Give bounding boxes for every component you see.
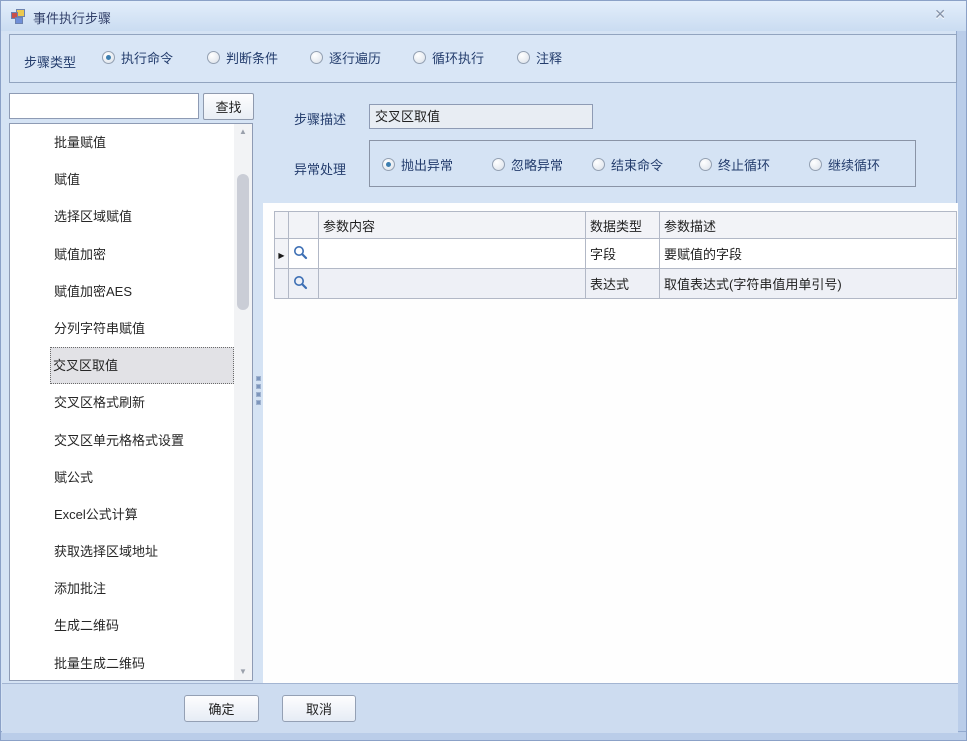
radio-stop-loop[interactable]: 终止循环 xyxy=(699,156,770,173)
list-scrollbar[interactable]: ▲ ▼ xyxy=(234,124,252,680)
table-row: ▶ 字段 要赋值的字段 xyxy=(274,238,957,269)
step-desc-label: 步骤描述 xyxy=(294,112,347,127)
lookup-cell[interactable] xyxy=(288,238,319,269)
radio-icon xyxy=(413,50,426,64)
current-row-marker: ▶ xyxy=(274,238,289,269)
radio-icon xyxy=(592,157,605,171)
list-item[interactable]: 批量赋值 xyxy=(10,124,252,161)
app-icon xyxy=(11,9,26,24)
lookup-cell[interactable] xyxy=(288,268,319,299)
param-content-cell[interactable] xyxy=(318,268,586,299)
grid-header-row: 参数内容 数据类型 参数描述 xyxy=(274,211,957,239)
grid-panel: 参数内容 数据类型 参数描述 ▶ 字段 要赋值的字段 表达式 取值表达式(字符串… xyxy=(263,203,958,683)
splitter-grip-icon xyxy=(256,376,261,408)
radio-ignore-exception[interactable]: 忽略异常 xyxy=(492,156,563,173)
list-item[interactable]: 赋值 xyxy=(10,161,252,198)
cancel-button[interactable]: 取消 xyxy=(282,695,356,722)
exception-group: 抛出异常 忽略异常 结束命令 终止循环 继续循环 xyxy=(369,140,916,187)
radio-icon xyxy=(310,50,323,64)
list-item[interactable]: 添加批注 xyxy=(10,570,252,607)
grid-header-type: 数据类型 xyxy=(585,211,660,239)
list-item[interactable]: 分列字符串赋值 xyxy=(10,310,252,347)
list-item[interactable]: 生成二维码 xyxy=(10,607,252,644)
step-type-label: 步骤类型 xyxy=(24,55,77,70)
param-type-cell: 字段 xyxy=(585,238,660,269)
list-item[interactable]: 选择区域赋值 xyxy=(10,198,252,235)
scroll-up-icon[interactable]: ▲ xyxy=(234,124,252,140)
param-content-cell[interactable] xyxy=(318,238,586,269)
row-marker-cell xyxy=(274,268,289,299)
param-desc-cell: 取值表达式(字符串值用单引号) xyxy=(659,268,957,299)
ok-button[interactable]: 确定 xyxy=(184,695,259,722)
grid-header-marker xyxy=(274,211,289,239)
grid-header-mag xyxy=(288,211,319,239)
step-type-bar: 步骤类型 执行命令 判断条件 逐行遍历 循环执行 注释 xyxy=(9,34,957,83)
scroll-down-icon[interactable]: ▼ xyxy=(234,664,252,680)
window-title: 事件执行步骤 xyxy=(33,11,112,26)
grid-header-desc: 参数描述 xyxy=(659,211,957,239)
list-item[interactable]: 交叉区单元格格式设置 xyxy=(10,422,252,459)
radio-throw-exception[interactable]: 抛出异常 xyxy=(382,156,453,173)
radio-icon xyxy=(809,157,822,171)
param-desc-cell: 要赋值的字段 xyxy=(659,238,957,269)
list-item[interactable]: 赋值加密 xyxy=(10,236,252,273)
dialog-window: 事件执行步骤 ✕ 步骤类型 执行命令 判断条件 逐行遍历 循环执行 注释 查找 xyxy=(0,0,967,741)
radio-icon xyxy=(207,50,220,64)
radio-row-traverse[interactable]: 逐行遍历 xyxy=(310,49,381,66)
radio-icon xyxy=(102,50,115,64)
list-item[interactable]: Excel公式计算 xyxy=(10,496,252,533)
radio-icon xyxy=(492,157,505,171)
magnifier-icon[interactable] xyxy=(293,245,308,260)
step-list: 批量赋值 赋值 选择区域赋值 赋值加密 赋值加密AES 分列字符串赋值 交叉区取… xyxy=(9,123,253,681)
title-bar: 事件执行步骤 ✕ xyxy=(1,1,966,31)
radio-comment[interactable]: 注释 xyxy=(517,49,562,66)
footer-bar: 确定 取消 xyxy=(2,683,958,733)
list-item[interactable]: 赋公式 xyxy=(10,459,252,496)
radio-icon xyxy=(699,157,712,171)
list-item[interactable]: 赋值加密AES xyxy=(10,273,252,310)
magnifier-icon[interactable] xyxy=(293,275,308,290)
step-desc-field[interactable]: 交叉区取值 xyxy=(369,104,593,129)
radio-loop-exec[interactable]: 循环执行 xyxy=(413,49,484,66)
exception-label: 异常处理 xyxy=(294,162,347,177)
radio-icon xyxy=(517,50,530,64)
find-button[interactable]: 查找 xyxy=(203,93,254,120)
panel-splitter[interactable] xyxy=(253,123,263,681)
radio-exec-command[interactable]: 执行命令 xyxy=(102,49,173,66)
param-type-cell: 表达式 xyxy=(585,268,660,299)
radio-end-command[interactable]: 结束命令 xyxy=(592,156,663,173)
radio-icon xyxy=(382,157,395,171)
list-item[interactable]: 获取选择区域地址 xyxy=(10,533,252,570)
list-item[interactable]: 交叉区格式刷新 xyxy=(10,384,252,421)
parameter-grid: 参数内容 数据类型 参数描述 ▶ 字段 要赋值的字段 表达式 取值表达式(字符串… xyxy=(274,211,957,299)
grid-header-content: 参数内容 xyxy=(318,211,586,239)
radio-continue-loop[interactable]: 继续循环 xyxy=(809,156,880,173)
list-item-selected[interactable]: 交叉区取值 xyxy=(50,347,234,385)
table-row: 表达式 取值表达式(字符串值用单引号) xyxy=(274,268,957,299)
scrollbar-thumb[interactable] xyxy=(237,174,249,310)
radio-judge-condition[interactable]: 判断条件 xyxy=(207,49,278,66)
search-input[interactable] xyxy=(9,93,199,119)
list-item[interactable]: 批量生成二维码 xyxy=(10,645,252,680)
close-icon[interactable]: ✕ xyxy=(934,6,946,23)
